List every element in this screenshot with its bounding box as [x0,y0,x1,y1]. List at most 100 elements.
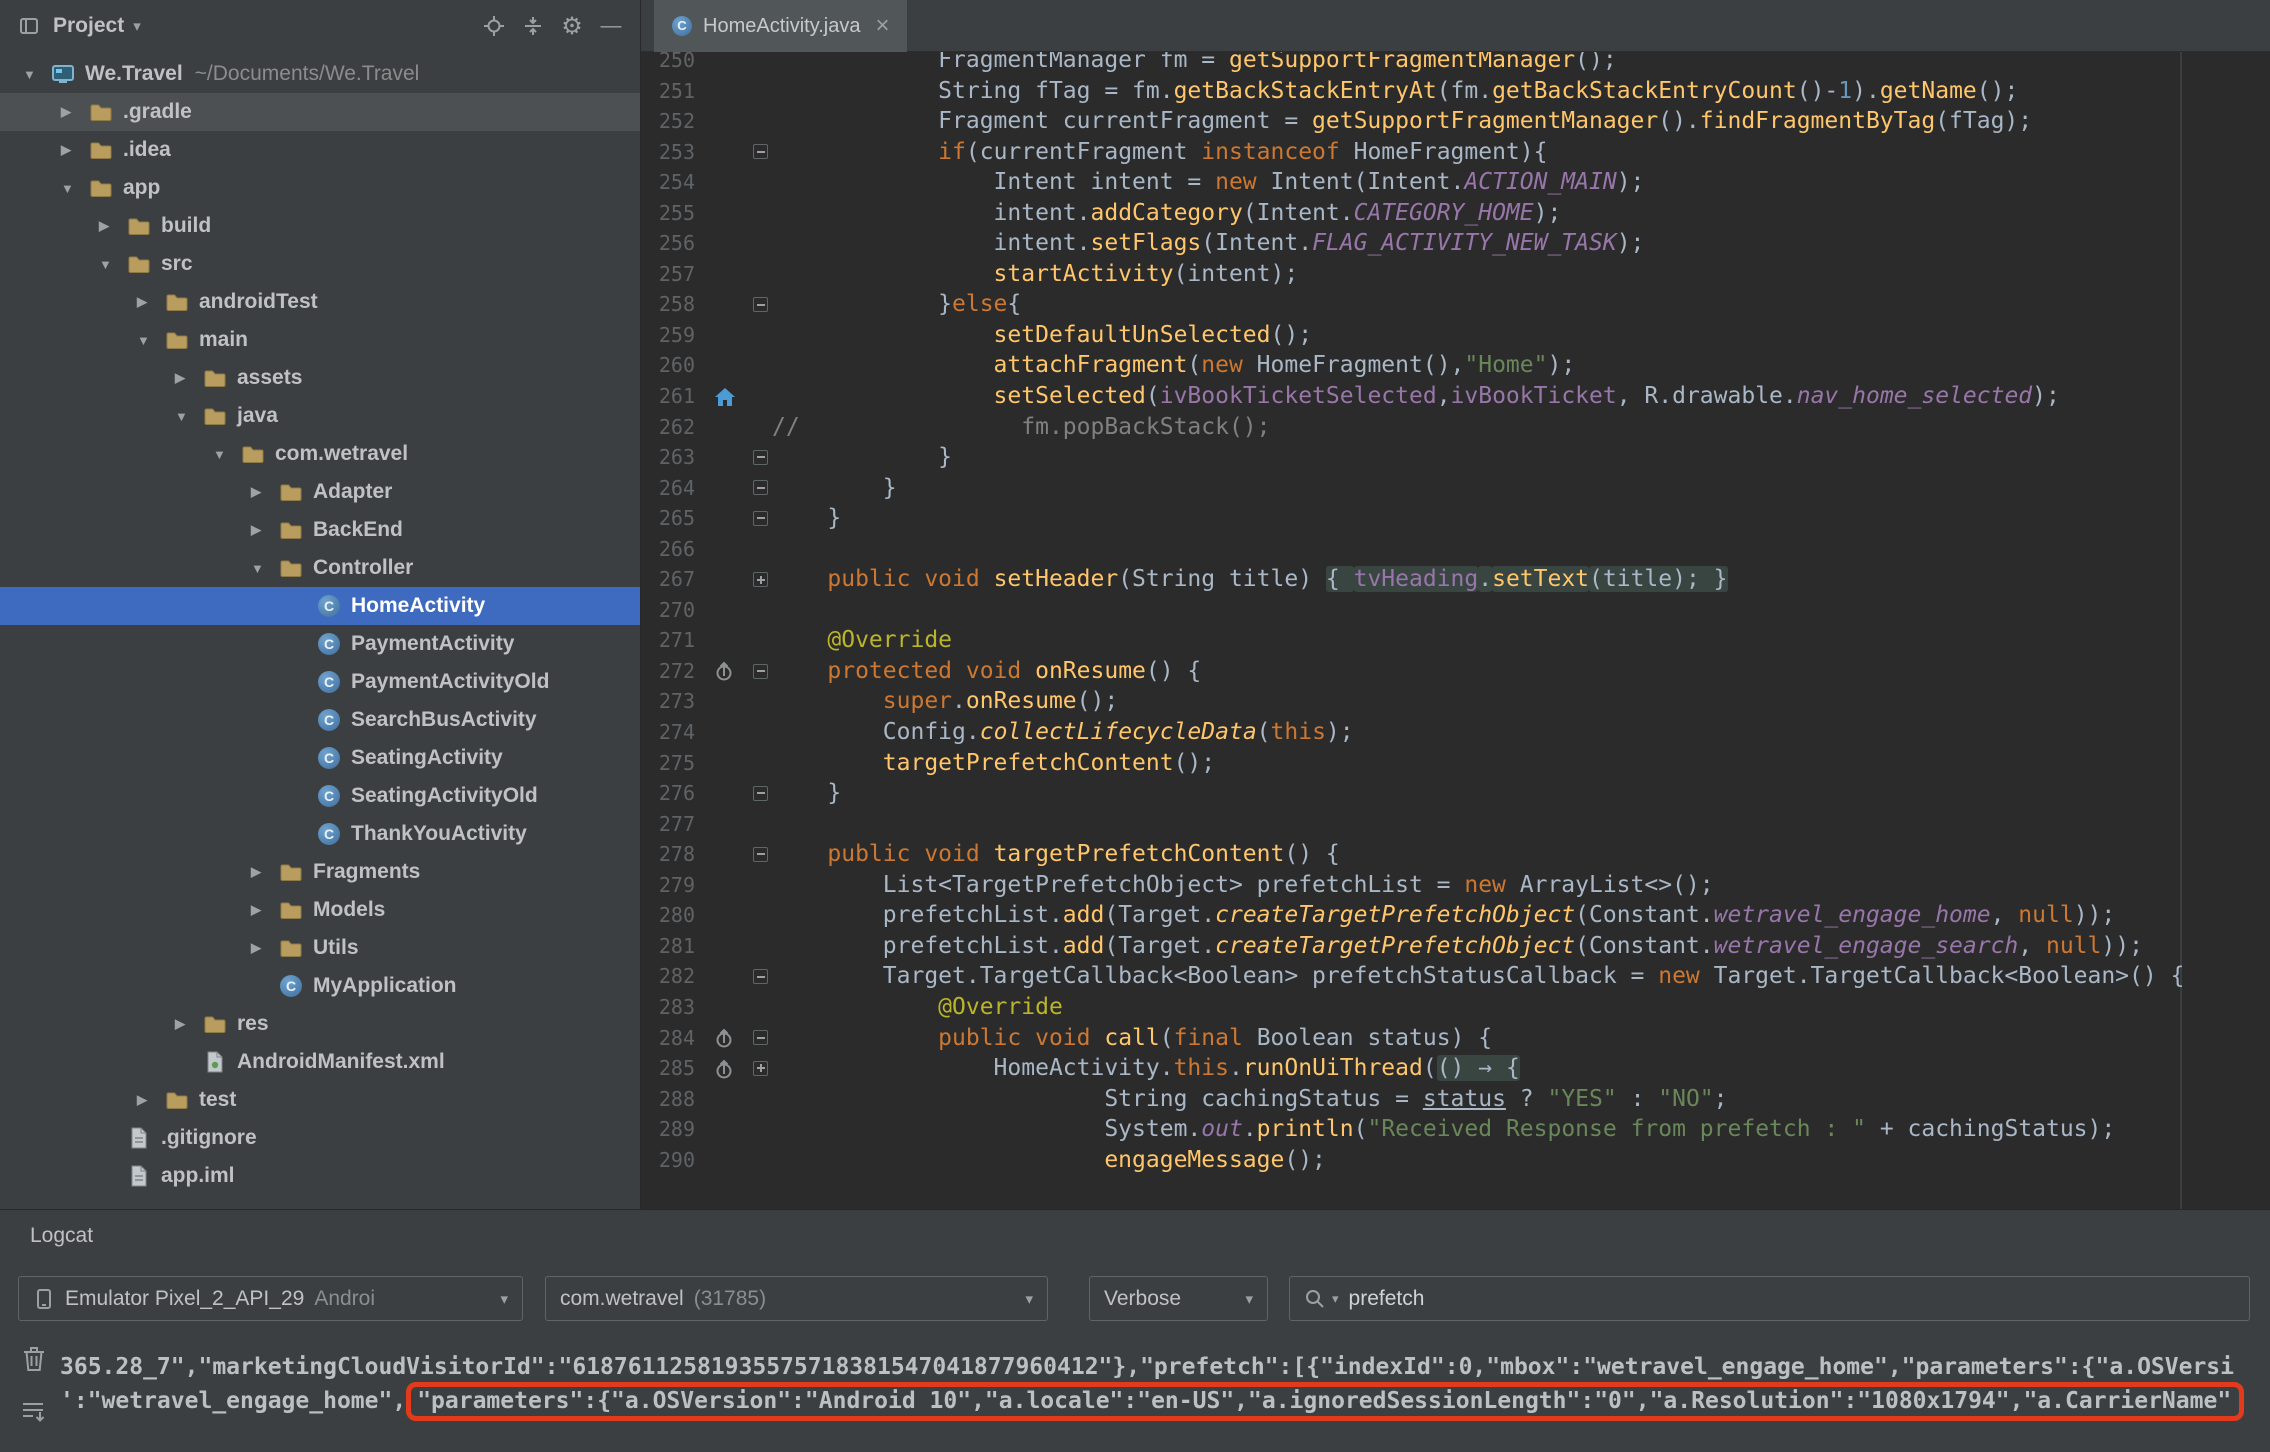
folder-icon [88,175,114,201]
tree-item-utils[interactable]: ▶Utils [0,929,640,967]
tree-item-res[interactable]: ▶res [0,1005,640,1043]
tree-item-androidmanifest-xml[interactable]: AndroidManifest.xml [0,1043,640,1081]
tree-item-build[interactable]: ▶build [0,207,640,245]
tree-item-fragments[interactable]: ▶Fragments [0,853,640,891]
tree-item-java[interactable]: ▼java [0,397,640,435]
line-number: 264 [641,473,695,504]
tree-item-seatingactivity[interactable]: CSeatingActivity [0,739,640,777]
fold-marker[interactable] [753,839,769,870]
logcat-search-field[interactable]: ▾ prefetch [1289,1276,2250,1321]
tree-item-label: app [123,176,160,200]
chevron-down-icon[interactable]: ▼ [213,447,240,462]
code-text: } [772,778,841,809]
fold-marker[interactable] [753,442,769,473]
device-selector[interactable]: Emulator Pixel_2_API_29 Androi ▾ [18,1276,523,1321]
override-gutter-icon[interactable] [705,658,745,685]
fold-marker[interactable] [753,1023,769,1054]
code-line-282: 282 Target.TargetCallback<Boolean> prefe… [641,961,2270,992]
tree-item-androidtest[interactable]: ▶androidTest [0,283,640,321]
line-number: 274 [641,717,695,748]
chevron-right-icon[interactable]: ▶ [137,1092,164,1108]
chevron-right-icon[interactable]: ▶ [251,484,278,500]
tree-item-models[interactable]: ▶Models [0,891,640,929]
fold-marker[interactable] [753,1053,769,1084]
process-selector[interactable]: com.wetravel (31785) ▾ [545,1276,1048,1321]
override-gutter-icon[interactable] [705,1025,745,1052]
tree-item-controller[interactable]: ▼Controller [0,549,640,587]
fold-marker[interactable] [753,778,769,809]
chevron-down-icon[interactable]: ▼ [251,561,278,576]
tree-item-gradle[interactable]: ▶.gradle [0,93,640,131]
chevron-right-icon[interactable]: ▶ [251,522,278,538]
tree-item-main[interactable]: ▼main [0,321,640,359]
tree-item-adapter[interactable]: ▶Adapter [0,473,640,511]
fold-marker[interactable] [753,503,769,534]
fold-marker[interactable] [753,961,769,992]
chevron-down-icon[interactable]: ▼ [61,181,88,196]
home-gutter-icon[interactable] [705,383,745,410]
search-value: prefetch [1349,1287,1425,1311]
tree-item-app[interactable]: ▼ app [0,169,640,207]
tree-item-src[interactable]: ▼src [0,245,640,283]
tree-item-paymentactivity[interactable]: CPaymentActivity [0,625,640,663]
tree-item-assets[interactable]: ▶assets [0,359,640,397]
hide-panel-icon[interactable]: — [596,11,626,41]
code-line-263: 263 } [641,442,2270,473]
logcat-tab-label[interactable]: Logcat [30,1224,93,1248]
tree-item-idea[interactable]: ▶.idea [0,131,640,169]
file-icon [126,1163,152,1189]
fold-marker[interactable] [753,289,769,320]
tree-item-app-iml[interactable]: app.iml [0,1157,640,1195]
override-gutter-icon[interactable] [705,1055,745,1082]
chevron-down-icon[interactable]: ▾ [1332,1291,1339,1307]
chevron-right-icon[interactable]: ▶ [61,142,88,158]
chevron-down-icon[interactable]: ▼ [175,409,202,424]
tree-item-myapplication[interactable]: CMyApplication [0,967,640,1005]
log-level-selector[interactable]: Verbose ▾ [1089,1276,1268,1321]
package-icon [278,897,304,923]
code-line-254: 254 Intent intent = new Intent(Intent.AC… [641,167,2270,198]
soft-wrap-icon[interactable] [20,1400,48,1426]
tree-item-seatingactivityold[interactable]: CSeatingActivityOld [0,777,640,815]
tree-item-thankyouactivity[interactable]: CThankYouActivity [0,815,640,853]
fold-marker[interactable] [753,137,769,168]
fold-marker[interactable] [753,564,769,595]
chevron-right-icon[interactable]: ▶ [175,370,202,386]
locate-file-icon[interactable] [479,11,509,41]
chevron-right-icon[interactable]: ▶ [99,218,126,234]
code-line-265: 265 } [641,503,2270,534]
tree-item-homeactivity[interactable]: CHomeActivity [0,587,640,625]
code-editor[interactable]: 250 FragmentManager fm = getSupportFragm… [641,52,2270,1209]
device-name: Emulator Pixel_2_API_29 [65,1287,304,1311]
annotation-highlight-box: "parameters":{"a.OSVersion":"Android 10"… [406,1382,2244,1421]
trash-icon[interactable] [20,1344,48,1374]
chevron-right-icon[interactable]: ▶ [251,940,278,956]
chevron-down-icon: ▾ [1245,1290,1253,1308]
tree-item-gitignore[interactable]: .gitignore [0,1119,640,1157]
collapse-all-icon[interactable] [518,11,548,41]
close-tab-icon[interactable]: × [875,16,889,36]
chevron-right-icon[interactable]: ▶ [175,1016,202,1032]
chevron-right-icon[interactable]: ▶ [137,294,164,310]
chevron-right-icon[interactable]: ▶ [61,104,88,120]
chevron-down-icon[interactable]: ▼ [99,257,126,272]
chevron-down-icon[interactable]: ▾ [133,17,141,35]
tree-item-we-travel[interactable]: ▼We.Travel~/Documents/We.Travel [0,55,640,93]
chevron-right-icon[interactable]: ▶ [251,902,278,918]
code-text: FragmentManager fm = getSupportFragmentM… [772,52,1617,76]
chevron-down-icon[interactable]: ▼ [137,333,164,348]
project-view-selector[interactable]: Project [53,14,124,38]
chevron-down-icon[interactable]: ▼ [23,67,50,82]
tree-item-label: SearchBusActivity [351,708,537,732]
tree-item-test[interactable]: ▶test [0,1081,640,1119]
tree-item-searchbusactivity[interactable]: CSearchBusActivity [0,701,640,739]
tree-item-paymentactivityold[interactable]: CPaymentActivityOld [0,663,640,701]
fold-marker[interactable] [753,473,769,504]
project-tool-window: Project ▾ ⚙ — ▼We.Travel~/Documents/We.T… [0,0,641,1209]
tree-item-backend[interactable]: ▶BackEnd [0,511,640,549]
fold-marker[interactable] [753,656,769,687]
tree-item-com-wetravel[interactable]: ▼com.wetravel [0,435,640,473]
settings-gear-icon[interactable]: ⚙ [557,11,587,41]
tab-homeactivity-java[interactable]: C HomeActivity.java × [654,0,907,52]
chevron-right-icon[interactable]: ▶ [251,864,278,880]
